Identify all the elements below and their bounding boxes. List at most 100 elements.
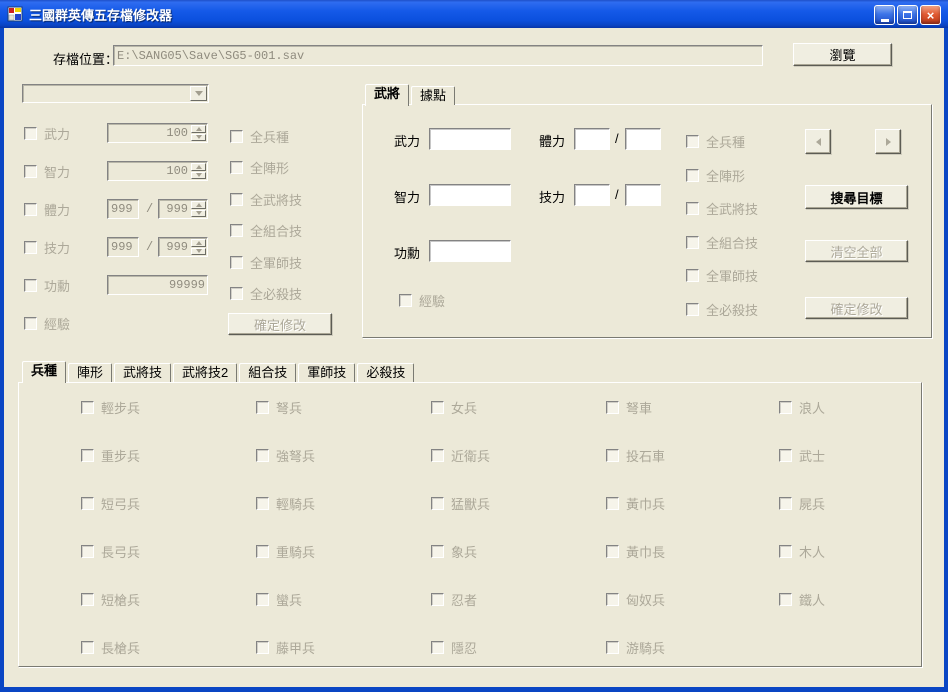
unit-checkbox-box[interactable]: [431, 400, 444, 414]
unit-checkbox-box[interactable]: [779, 544, 792, 558]
unit-checkbox-box[interactable]: [431, 592, 444, 606]
checkbox-all-general-skills-box[interactable]: [230, 192, 243, 206]
editor-checkbox-all-troop-types-box[interactable]: [686, 134, 699, 148]
editor-tab-bases[interactable]: 據點: [411, 86, 456, 105]
skills-tab-general-skills-2[interactable]: 武將技2: [173, 363, 238, 382]
unit-checkbox-box[interactable]: [779, 448, 792, 462]
sp-checkbox[interactable]: [24, 240, 37, 254]
prev-general-button[interactable]: [805, 129, 831, 154]
skills-tab-troop-types[interactable]: 兵種: [22, 361, 67, 383]
next-general-button[interactable]: [875, 129, 901, 154]
chevron-down-icon[interactable]: [190, 86, 207, 101]
unit-checkbox-label: 游騎兵: [626, 640, 666, 656]
editor-hp-current-field[interactable]: [574, 128, 610, 150]
merit-checkbox[interactable]: [24, 278, 37, 292]
unit-checkbox-box[interactable]: [606, 592, 619, 606]
checkbox-all-strategist-skills: 全軍師技: [230, 254, 302, 271]
unit-checkbox-box[interactable]: [81, 640, 94, 654]
skills-tab-strategist-skills[interactable]: 軍師技: [298, 363, 356, 382]
skills-tabstrip: 兵種 陣形 武將技 武將技2 組合技 軍師技 必殺技: [22, 360, 416, 383]
editor-checkbox-all-strategist-skills-box[interactable]: [686, 268, 699, 282]
unit-checkbox-label: 木人: [799, 544, 826, 560]
unit-checkbox-box[interactable]: [81, 448, 94, 462]
window-title: 三國群英傳五存檔修改器: [29, 7, 173, 23]
unit-checkbox-box[interactable]: [431, 544, 444, 558]
spinner-arrows-icon[interactable]: [191, 125, 206, 141]
checkbox-all-troop-types-box[interactable]: [230, 129, 243, 143]
editor-hp-max-field[interactable]: [625, 128, 661, 150]
save-path-field[interactable]: E:\SANG05\Save\SG5-001.sav: [113, 45, 763, 66]
unit-checkbox-box[interactable]: [256, 448, 269, 462]
unit-checkbox-box[interactable]: [431, 496, 444, 510]
spinner-arrows-icon[interactable]: [191, 201, 206, 217]
skills-tab-formations[interactable]: 陣形: [68, 363, 113, 382]
unit-checkbox-label: 輕步兵: [101, 400, 141, 416]
hp-checkbox[interactable]: [24, 202, 37, 216]
unit-checkbox: 屍兵: [779, 495, 825, 512]
int-checkbox[interactable]: [24, 164, 37, 178]
row-exp: 經驗: [24, 313, 208, 333]
skills-tab-ultimate-skills[interactable]: 必殺技: [357, 363, 415, 382]
str-spinner[interactable]: 100: [107, 123, 208, 143]
unit-checkbox: 游騎兵: [606, 639, 666, 656]
unit-checkbox-box[interactable]: [256, 592, 269, 606]
editor-exp-checkbox[interactable]: [399, 293, 412, 307]
confirm-edit-button-editor[interactable]: 確定修改: [805, 297, 908, 319]
unit-checkbox-box[interactable]: [779, 592, 792, 606]
checkbox-all-strategist-skills-box[interactable]: [230, 255, 243, 269]
str-checkbox[interactable]: [24, 126, 37, 140]
unit-checkbox-box[interactable]: [256, 496, 269, 510]
hp-max-spinner[interactable]: 999: [158, 199, 208, 219]
unit-checkbox-box[interactable]: [431, 448, 444, 462]
unit-checkbox-label: 匈奴兵: [626, 592, 666, 608]
unit-checkbox-box[interactable]: [81, 400, 94, 414]
hp-current-field[interactable]: 999: [107, 199, 139, 219]
clear-all-button[interactable]: 清空全部: [805, 240, 908, 262]
close-button[interactable]: ×: [920, 5, 941, 25]
editor-tab-generals[interactable]: 武將: [365, 84, 410, 106]
unit-checkbox-box[interactable]: [431, 640, 444, 654]
general-select-dropdown[interactable]: [22, 84, 209, 103]
unit-checkbox-box[interactable]: [606, 496, 619, 510]
checkbox-all-combo-skills-box[interactable]: [230, 223, 243, 237]
editor-sp-current-field[interactable]: [574, 184, 610, 206]
unit-checkbox-box[interactable]: [81, 592, 94, 606]
editor-checkbox-all-formations-box[interactable]: [686, 168, 699, 182]
spinner-arrows-icon[interactable]: [191, 163, 206, 179]
maximize-button[interactable]: [897, 5, 918, 25]
confirm-edit-button-left[interactable]: 確定修改: [228, 313, 332, 335]
editor-merit-field[interactable]: [429, 240, 511, 262]
editor-checkbox-all-general-skills-box[interactable]: [686, 201, 699, 215]
editor-hp-label: 體力: [539, 134, 566, 149]
unit-checkbox-box[interactable]: [606, 544, 619, 558]
search-target-button[interactable]: 搜尋目標: [805, 185, 908, 209]
merit-field[interactable]: 99999: [107, 275, 208, 295]
exp-checkbox[interactable]: [24, 316, 37, 330]
editor-str-field[interactable]: [429, 128, 511, 150]
unit-checkbox-box[interactable]: [256, 640, 269, 654]
checkbox-all-ultimate-skills-box[interactable]: [230, 286, 243, 300]
unit-checkbox-box[interactable]: [779, 400, 792, 414]
unit-checkbox-box[interactable]: [256, 400, 269, 414]
unit-checkbox-box[interactable]: [256, 544, 269, 558]
editor-checkbox-all-ultimate-skills-box[interactable]: [686, 302, 699, 316]
minimize-button[interactable]: [874, 5, 895, 25]
sp-current-field[interactable]: 999: [107, 237, 139, 257]
skills-tab-combo-skills[interactable]: 組合技: [239, 363, 297, 382]
unit-checkbox-box[interactable]: [779, 496, 792, 510]
int-spinner[interactable]: 100: [107, 161, 208, 181]
editor-checkbox-all-combo-skills-box[interactable]: [686, 235, 699, 249]
unit-checkbox-box[interactable]: [81, 496, 94, 510]
unit-checkbox-box[interactable]: [606, 640, 619, 654]
checkbox-all-formations-box[interactable]: [230, 160, 243, 174]
browse-button[interactable]: 瀏覽: [793, 43, 892, 66]
unit-checkbox-box[interactable]: [81, 544, 94, 558]
skills-tab-general-skills[interactable]: 武將技: [114, 363, 172, 382]
unit-checkbox-box[interactable]: [606, 400, 619, 414]
sp-max-spinner[interactable]: 999: [158, 237, 208, 257]
unit-checkbox-label: 弩兵: [276, 400, 303, 416]
editor-int-field[interactable]: [429, 184, 511, 206]
spinner-arrows-icon[interactable]: [191, 239, 206, 255]
unit-checkbox-box[interactable]: [606, 448, 619, 462]
editor-sp-max-field[interactable]: [625, 184, 661, 206]
